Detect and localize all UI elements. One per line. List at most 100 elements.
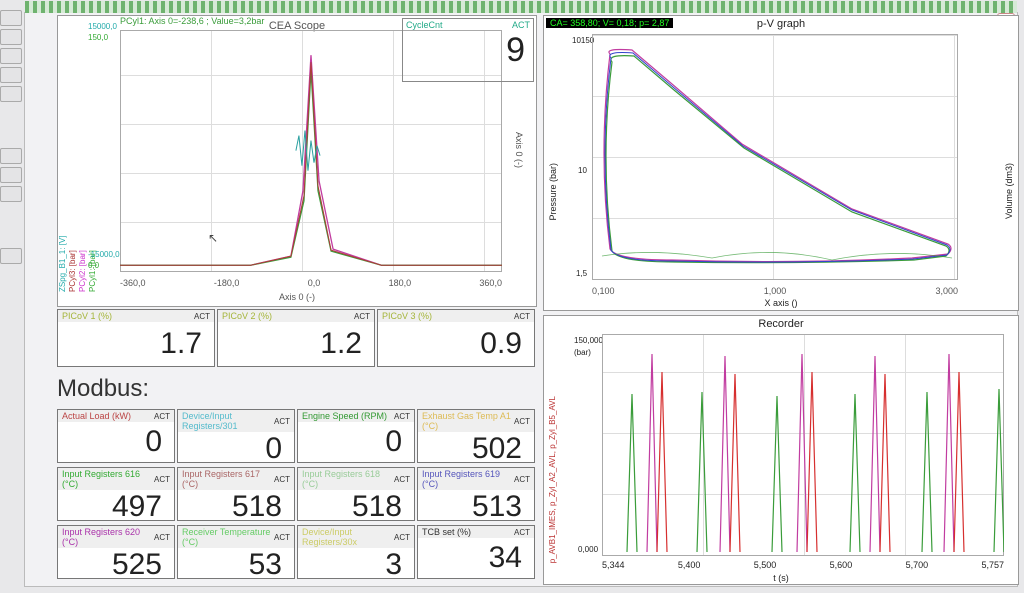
- cea-xlabel: Axis 0 (-): [279, 292, 315, 302]
- pv-xtick: 0,100: [592, 286, 615, 296]
- recorder-panel[interactable]: Recorder p_AVB1_IMES, p_Zyl_A2_AVL, p_Zy…: [543, 315, 1019, 585]
- cell-value: 3: [298, 548, 414, 582]
- vbar-btn[interactable]: [0, 167, 22, 183]
- dashboard-root: ◷ ⊘ ♨ PCyl1: Axis 0=-238,6 ; Value=3,2ba…: [24, 12, 1018, 587]
- cell-value: 497: [58, 490, 174, 524]
- act-badge: ACT: [514, 312, 530, 321]
- cell-label: Input Registers 619 (°C): [422, 469, 514, 489]
- pv-grid: [592, 34, 958, 280]
- value-cell[interactable]: Input Registers 618 (°C)ACT 518: [297, 467, 415, 521]
- act-badge: ACT: [514, 417, 530, 426]
- rec-xtick: 5,500: [754, 560, 777, 570]
- rec-yunit: (bar): [574, 348, 591, 357]
- cell-value: 513: [418, 490, 534, 524]
- cell-label: Input Registers 616 (°C): [62, 469, 154, 489]
- cell-value: 1.7: [58, 322, 214, 366]
- value-cell[interactable]: Input Registers 617 (°C)ACT518: [177, 467, 295, 521]
- cea-ytick: -15000,0: [88, 250, 120, 259]
- pv-readout: CA= 358,80; V= 0,18; p= 2,87: [546, 18, 673, 28]
- pv-graph-panel[interactable]: CA= 358,80; V= 0,18; p= 2,87 p-V graph P…: [543, 15, 1019, 311]
- vbar-btn[interactable]: [0, 48, 22, 64]
- act-badge: ACT: [512, 20, 530, 30]
- act-badge: ACT: [394, 475, 410, 484]
- cea-xtick: -360,0: [120, 278, 146, 288]
- cell-label: PICoV 3 (%): [382, 311, 432, 321]
- act-badge: ACT: [514, 528, 530, 537]
- act-badge: ACT: [154, 533, 170, 542]
- cea-xtick: 0,0: [308, 278, 321, 288]
- pv-ytick: 10150: [572, 36, 594, 45]
- value-cell[interactable]: Exhaust Gas Temp A1 (°C)ACT 502: [417, 409, 535, 463]
- vbar-btn[interactable]: [0, 148, 22, 164]
- cea-yaxis-label: PCyl3: [bar]: [68, 22, 77, 292]
- pv-title: p-V graph: [757, 18, 805, 30]
- cell-label: PICoV 2 (%): [222, 311, 272, 321]
- value-cell[interactable]: TCB set (%)ACT34: [417, 525, 535, 579]
- value-cell[interactable]: Engine Speed (RPM)ACT0: [297, 409, 415, 463]
- cea-xtick: 360,0: [479, 278, 502, 288]
- vbar-btn[interactable]: [0, 186, 22, 202]
- cell-value: 0: [298, 422, 414, 462]
- cell-value: 34: [418, 538, 534, 578]
- value-cell[interactable]: Input Registers 620 (°C)ACT 525: [57, 525, 175, 579]
- cell-value: 518: [178, 490, 294, 524]
- value-cell[interactable]: PICoV 1 (%) ACT1.7: [57, 309, 215, 367]
- cea-scope-panel[interactable]: PCyl1: Axis 0=-238,6 ; Value=3,2bar CEA …: [57, 15, 537, 307]
- cell-label: PICoV 1 (%): [62, 311, 112, 321]
- act-badge: ACT: [194, 312, 210, 321]
- value-cell[interactable]: Device/Input Registers/301ACT0: [177, 409, 295, 463]
- act-badge: ACT: [274, 533, 290, 542]
- rec-ytick: 150,000: [574, 336, 603, 345]
- value-cell[interactable]: Receiver Temperature (°C)ACT53: [177, 525, 295, 579]
- act-badge: ACT: [354, 312, 370, 321]
- value-cell[interactable]: Device/Input Registers/30xACT3: [297, 525, 415, 579]
- act-badge: ACT: [154, 475, 170, 484]
- cea-ytick: 15000,0: [88, 22, 117, 31]
- cell-value: 0.9: [378, 322, 534, 366]
- cea-xtick: 180,0: [389, 278, 412, 288]
- act-badge: ACT: [514, 475, 530, 484]
- cell-value: 518: [298, 490, 414, 524]
- cell-value: 53: [178, 548, 294, 582]
- vbar-btn[interactable]: [0, 86, 22, 102]
- cea-yaxis-label: PCyl2: [bar]: [78, 22, 87, 292]
- cycle-count-box: CycleCntACT 9: [402, 18, 534, 82]
- value-cell[interactable]: Input Registers 616 (°C)ACT 497: [57, 467, 175, 521]
- cycle-label: CycleCnt: [406, 20, 443, 30]
- cea-ytick: 0,0: [88, 261, 120, 270]
- pv-xtick: 1,000: [764, 286, 787, 296]
- recorder-grid: [602, 334, 1004, 556]
- cell-value: 502: [418, 432, 534, 466]
- vbar-btn[interactable]: [0, 248, 22, 264]
- cea-readout: PCyl1: Axis 0=-238,6 ; Value=3,2bar: [120, 16, 264, 26]
- recorder-title: Recorder: [758, 318, 803, 330]
- act-badge: ACT: [394, 533, 410, 542]
- pv-ytick: 10: [578, 166, 587, 175]
- recorder-ylabel: p_AVB1_IMES, p_Zyl_A2_AVL, p_Zyl_B5_AVL: [548, 396, 557, 563]
- rec-xtick: 5,400: [678, 560, 701, 570]
- cell-label: Actual Load (kW): [62, 411, 131, 421]
- ruler-bar: [25, 1, 1017, 13]
- value-cell[interactable]: PICoV 3 (%) ACT0.9: [377, 309, 535, 367]
- rec-xtick: 5,700: [906, 560, 929, 570]
- pv-ytick: 1,5: [576, 269, 587, 278]
- value-cell[interactable]: Input Registers 619 (°C)ACT 513: [417, 467, 535, 521]
- value-cell[interactable]: PICoV 2 (%)ACT1.2: [217, 309, 375, 367]
- rec-xtick: 5,344: [602, 560, 625, 570]
- vbar-btn[interactable]: [0, 29, 22, 45]
- act-badge: ACT: [394, 412, 410, 421]
- left-toolbar: [0, 10, 22, 264]
- cell-value: 525: [58, 548, 174, 582]
- rec-xtick: 5,757: [981, 560, 1004, 570]
- cell-label: Input Registers 617 (°C): [182, 469, 274, 489]
- value-cell[interactable]: Actual Load (kW)ACT0: [57, 409, 175, 463]
- vbar-btn[interactable]: [0, 10, 22, 26]
- pv-xtick: 3,000: [935, 286, 958, 296]
- cell-label: Input Registers 620 (°C): [62, 527, 154, 547]
- pv-y2label: Volume (dm3): [1004, 163, 1014, 219]
- vbar-btn[interactable]: [0, 67, 22, 83]
- pv-xlabel: X axis (): [764, 298, 797, 308]
- cea-right-axis-label: Axis 0 (-): [514, 132, 524, 168]
- cell-label: Exhaust Gas Temp A1 (°C): [422, 411, 514, 431]
- cell-label: Input Registers 618 (°C): [302, 469, 394, 489]
